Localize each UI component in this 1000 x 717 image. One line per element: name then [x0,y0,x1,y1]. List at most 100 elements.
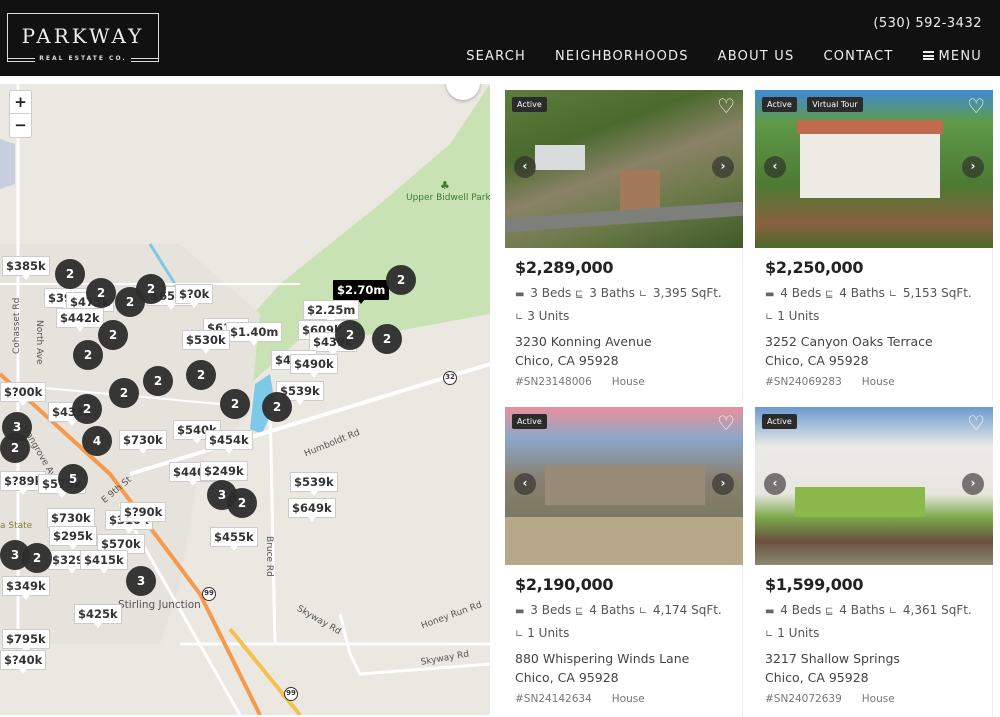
listing-units: ∟ 1 Units [515,626,738,640]
listing-address[interactable]: 880 Whispering Winds Lane Chico, CA 9592… [515,649,738,687]
listing-address[interactable]: 3217 Shallow Springs Chico, CA 95928 [765,649,988,687]
listing-photo[interactable]: Active Virtual Tour ♡ ‹ › [755,90,993,248]
cluster-marker[interactable]: 2 [262,392,292,422]
listing-photo[interactable]: Active ♡ ‹ › [755,407,993,565]
listing-card[interactable]: Active ♡ ‹ › $2,289,000 ▬ 3 Beds ⊑ 3 Bath… [505,90,743,400]
price-marker[interactable]: $454k [205,430,253,454]
price-marker[interactable]: $425k [74,604,122,628]
cluster-marker[interactable]: 2 [136,274,166,304]
nav-contact[interactable]: CONTACT [823,49,893,64]
next-photo-button[interactable]: › [712,156,734,178]
listing-price: $2,250,000 [765,258,864,277]
address-line2: Chico, CA 95928 [765,670,869,685]
bath-icon: ⊑ [825,289,834,300]
cluster-marker[interactable]: 2 [55,259,85,289]
price-marker[interactable]: $795k [2,629,50,653]
cluster-marker[interactable]: 2 [72,394,102,424]
nav-about-us[interactable]: ABOUT US [718,49,795,64]
price-marker[interactable]: $385k [2,256,50,280]
price-marker[interactable]: $455k [210,527,258,551]
cluster-marker[interactable]: 2 [109,378,139,408]
cluster-marker[interactable]: 2 [186,360,216,390]
price-marker[interactable]: $249k [200,461,248,485]
cluster-marker[interactable]: 2 [98,320,128,350]
favorite-heart-icon[interactable]: ♡ [717,413,735,433]
price-marker[interactable]: $?00k [0,382,47,406]
price-marker-selected[interactable]: $2.70m [333,280,390,304]
zoom-in-button[interactable]: + [10,91,31,114]
price-marker[interactable]: $?90k [120,502,167,526]
listing-photo[interactable]: Active ♡ ‹ › [505,90,743,248]
cluster-marker[interactable]: 2 [386,265,416,295]
highway-shield: 32 [443,371,457,385]
sqft: 3,395 SqFt. [652,286,722,300]
listing-address[interactable]: 3230 Konning Avenue Chico, CA 95928 [515,332,738,370]
baths: 3 Baths [589,286,635,300]
listing-card[interactable]: Active Virtual Tour ♡ ‹ › $2,250,000 ▬ 4 B… [755,90,993,400]
price-marker[interactable]: $349k [2,576,50,600]
cluster-marker[interactable]: 2 [220,389,250,419]
map[interactable]: + − Upper Bidwell Park ♣ Cohasset Rd Nor… [0,84,490,715]
price-marker[interactable]: $530k [182,330,230,354]
park-label: Upper Bidwell Park [406,193,490,203]
prev-photo-button[interactable]: ‹ [514,156,536,178]
cluster-marker[interactable]: 2 [86,278,116,308]
listing-specs: ▬ 3 Beds ⊑ 3 Baths ∟ 3,395 SqFt. [515,286,738,300]
units-icon: ∟ [765,312,774,323]
favorite-heart-icon[interactable]: ♡ [967,96,985,116]
nav-menu[interactable]: MENU [922,49,982,64]
price-marker[interactable]: $?0k [175,284,214,308]
cluster-marker[interactable]: 5 [58,464,88,494]
cluster-marker[interactable]: 2 [0,433,30,463]
price-marker[interactable]: $1.40m [226,322,283,346]
sqft: 5,153 SqFt. [902,286,972,300]
price-marker[interactable]: $?40k [0,650,47,674]
favorite-heart-icon[interactable]: ♡ [967,413,985,433]
listing-card[interactable]: Active ♡ ‹ › $2,190,000 ▬ 3 Beds ⊑ 4 Bath… [505,407,743,717]
prev-photo-button[interactable]: ‹ [514,473,536,495]
zoom-out-button[interactable]: − [10,114,31,137]
listing-card[interactable]: Active ♡ ‹ › $1,599,000 ▬ 4 Beds ⊑ 4 Bath… [755,407,993,717]
price-marker[interactable]: $649k [288,498,336,522]
beds: 4 Beds [780,603,822,617]
price-marker[interactable]: $415k [80,550,128,574]
nav-search[interactable]: SEARCH [466,49,526,64]
next-photo-button[interactable]: › [962,473,984,495]
next-photo-button[interactable]: › [712,473,734,495]
bed-icon: ▬ [765,289,775,300]
price-marker[interactable]: $730k [47,508,95,532]
cluster-marker[interactable]: 4 [82,426,112,456]
address-line1: 880 Whispering Winds Lane [515,651,690,666]
cluster-marker[interactable]: 2 [73,340,103,370]
price-marker[interactable]: $295k [49,526,97,550]
favorite-heart-icon[interactable]: ♡ [717,96,735,116]
price-marker[interactable]: $490k [290,354,338,378]
bed-icon: ▬ [765,606,775,617]
listing-photo[interactable]: Active ♡ ‹ › [505,407,743,565]
listing-address[interactable]: 3252 Canyon Oaks Terrace Chico, CA 95928 [765,332,988,370]
cluster-marker[interactable]: 2 [143,366,173,396]
cluster-marker[interactable]: 2 [372,324,402,354]
nav-neighborhoods[interactable]: NEIGHBORHOODS [555,49,689,64]
logo[interactable]: PARKWAY REAL ESTATE CO. [7,13,159,62]
listing-price: $2,289,000 [515,258,614,277]
main-nav: SEARCH NEIGHBORHOODS ABOUT US CONTACT ME… [466,49,982,64]
price-marker[interactable]: $730k [119,430,167,454]
mls-number: #SN24072639 [765,693,842,705]
road-label: Cohasset Rd [12,297,22,354]
prev-photo-button[interactable]: ‹ [764,473,786,495]
price-marker[interactable]: $442k [56,308,104,332]
cluster-marker[interactable]: 2 [335,320,365,350]
price-marker[interactable]: $2.25m [303,300,360,324]
cluster-marker[interactable]: 3 [126,566,156,596]
cluster-marker[interactable]: 2 [22,543,52,573]
address-line2: Chico, CA 95928 [515,353,619,368]
sqft: 4,174 SqFt. [652,603,722,617]
address-line2: Chico, CA 95928 [765,353,869,368]
listing-info: $2,289,000 ▬ 3 Beds ⊑ 3 Baths ∟ 3,395 Sq… [515,258,738,388]
prev-photo-button[interactable]: ‹ [764,156,786,178]
phone-link[interactable]: (530) 592-3432 [873,16,982,31]
price-marker[interactable]: $539k [290,472,338,496]
cluster-marker[interactable]: 2 [227,488,257,518]
next-photo-button[interactable]: › [962,156,984,178]
